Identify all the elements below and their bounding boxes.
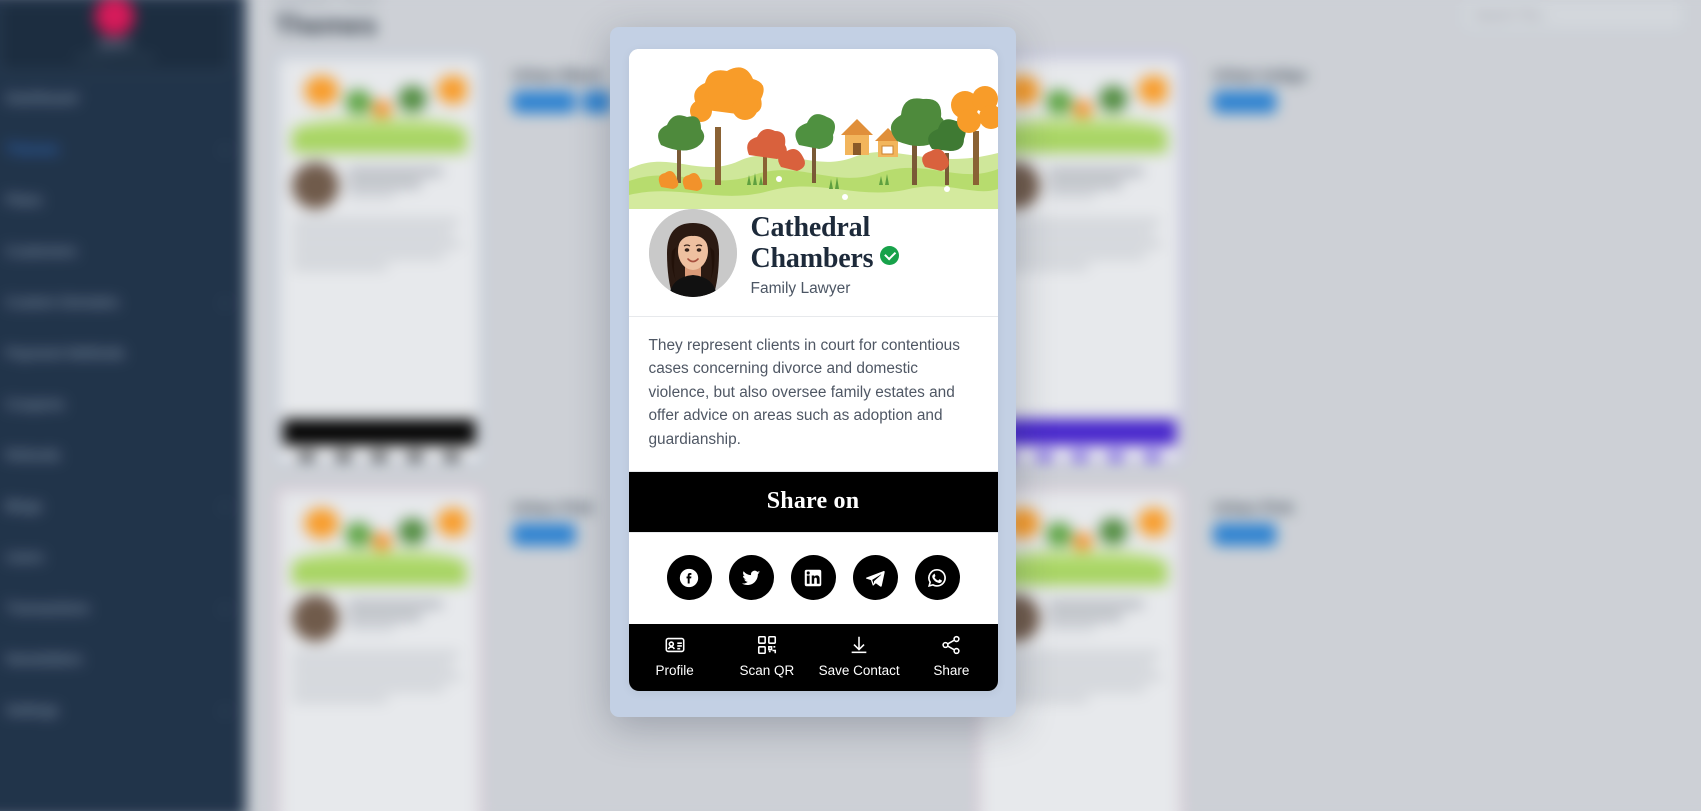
bottom-nav-share[interactable]: Share bbox=[905, 634, 997, 678]
bottom-nav-label: Profile bbox=[655, 663, 694, 679]
verified-badge-icon bbox=[880, 245, 900, 265]
profile-name: Cathedral Chambers bbox=[750, 212, 978, 274]
hero-banner-image bbox=[628, 49, 998, 209]
bottom-nav-scan-qr[interactable]: Scan QR bbox=[721, 634, 813, 678]
bottom-nav-save-contact[interactable]: Save Contact bbox=[813, 634, 905, 678]
bottom-nav-label: Share bbox=[933, 663, 970, 679]
download-icon bbox=[851, 636, 867, 654]
profile-name-text: Cathedral Chambers bbox=[750, 212, 874, 274]
whatsapp-icon bbox=[928, 568, 946, 587]
qr-code-icon bbox=[757, 636, 776, 655]
linkedin-icon bbox=[804, 569, 822, 586]
linkedin-share-button[interactable] bbox=[790, 555, 836, 601]
theme-preview-modal: Cathedral Chambers Family Lawyer They re… bbox=[610, 27, 1016, 717]
twitter-share-button[interactable] bbox=[728, 555, 774, 601]
share-icon bbox=[942, 635, 961, 655]
bottom-action-bar: Profile Scan QR Save Contact Share bbox=[628, 624, 998, 692]
social-share-row bbox=[628, 533, 998, 625]
telegram-icon bbox=[865, 570, 885, 587]
profile-header: Cathedral Chambers Family Lawyer bbox=[629, 209, 998, 316]
telegram-share-button[interactable] bbox=[852, 555, 898, 601]
facebook-icon bbox=[679, 568, 699, 587]
avatar bbox=[648, 209, 737, 297]
bottom-nav-label: Scan QR bbox=[739, 663, 795, 679]
share-on-heading: Share on bbox=[628, 472, 998, 533]
screen: Admin management console Dashboard Themes… bbox=[0, 0, 1701, 811]
profile-title: Family Lawyer bbox=[750, 280, 851, 298]
digital-card-preview: Cathedral Chambers Family Lawyer They re… bbox=[628, 49, 998, 692]
profile-bio: They represent clients in court for cont… bbox=[648, 337, 960, 448]
twitter-icon bbox=[741, 570, 761, 585]
id-card-icon bbox=[665, 637, 685, 653]
whatsapp-share-button[interactable] bbox=[914, 555, 960, 601]
bottom-nav-profile[interactable]: Profile bbox=[629, 634, 721, 678]
bottom-nav-label: Save Contact bbox=[818, 663, 900, 679]
facebook-share-button[interactable] bbox=[666, 555, 712, 601]
